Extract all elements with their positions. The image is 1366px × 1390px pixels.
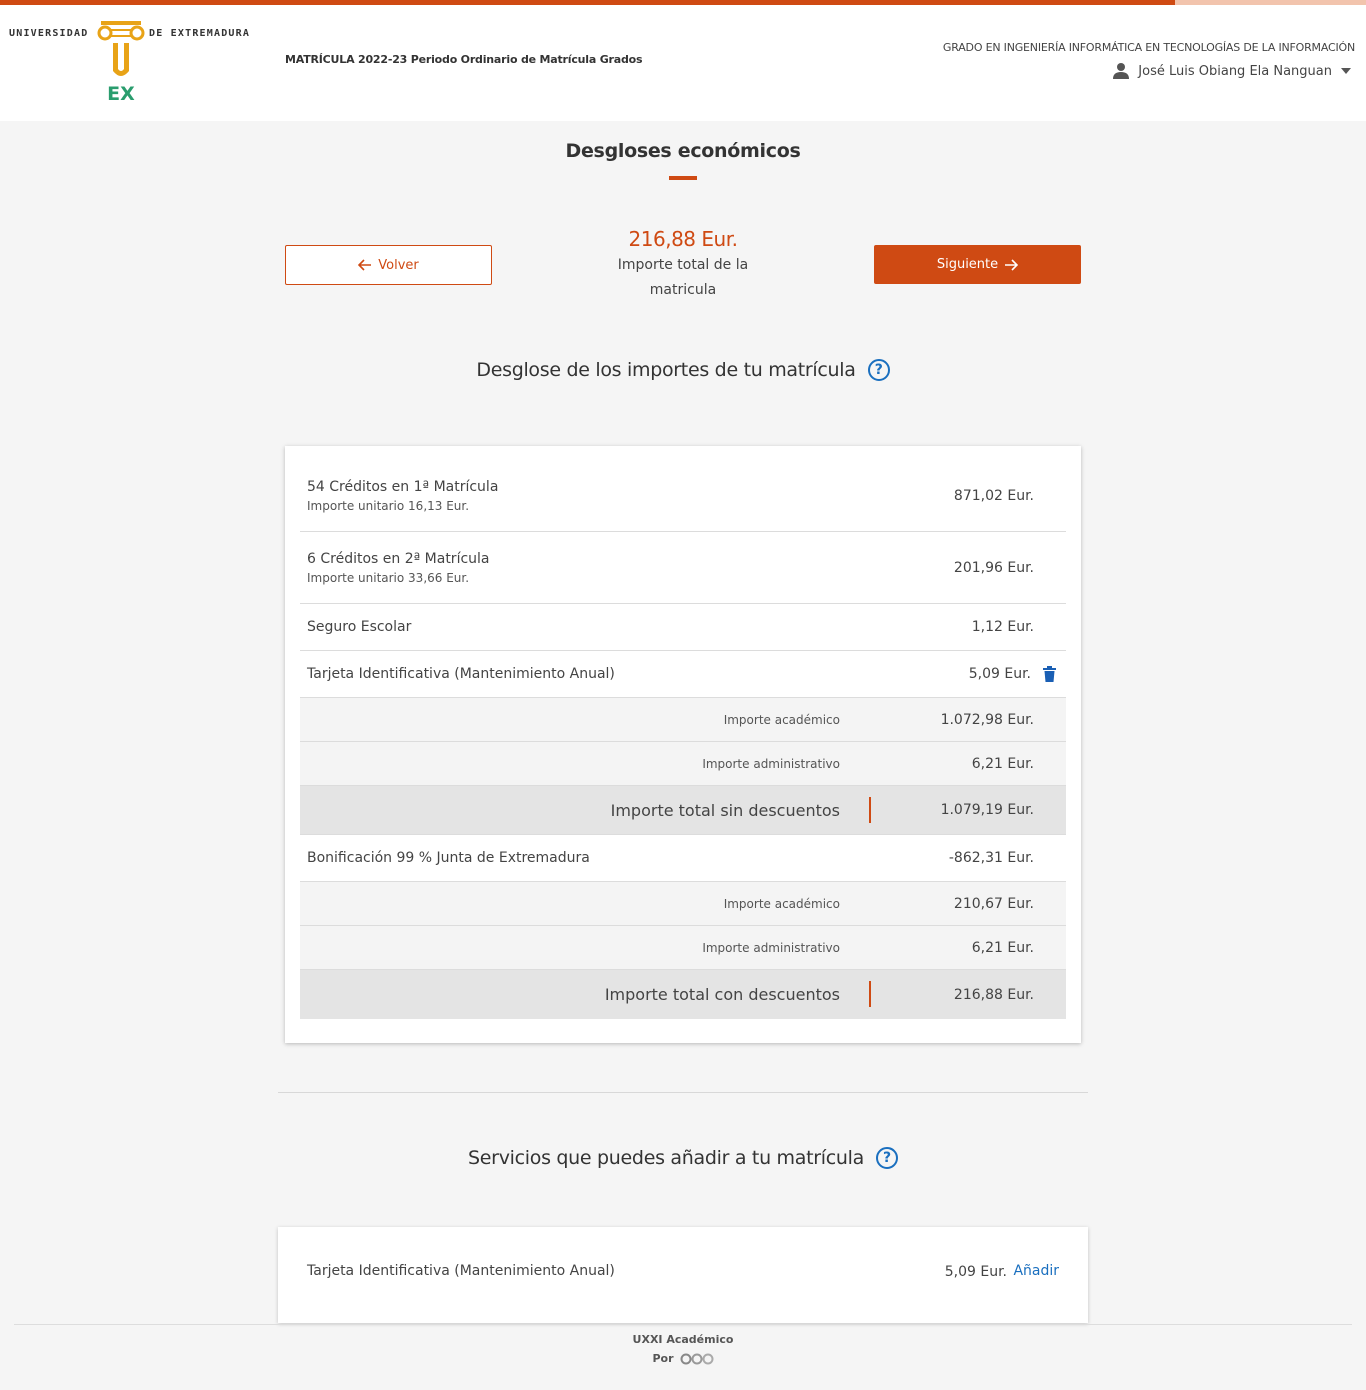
academic-amount: 210,67 Eur.: [953, 895, 1034, 912]
footer-vendor: Por: [0, 1352, 1366, 1365]
list-item: 54 Créditos en 1ª Matrícula Importe unit…: [300, 460, 1066, 532]
item-amount: 5,09 Eur.: [968, 666, 1031, 682]
section-divider: [278, 1092, 1088, 1093]
next-button-label: Siguiente: [936, 257, 999, 272]
subtotal-label: Importe total sin descuentos: [610, 800, 840, 820]
breakdown-heading: Desglose de los importes de tu matrícula…: [0, 359, 1366, 381]
arrow-right-icon: [1005, 258, 1019, 271]
item-label: 6 Créditos en 2ª Matrícula: [307, 550, 490, 567]
summary-row: Importe académico 1.072,98 Eur.: [300, 698, 1066, 742]
subtotal-amount: 1.079,19 Eur.: [940, 802, 1034, 818]
breakdown-heading-text: Desglose de los importes de tu matrícula: [476, 359, 856, 381]
item-label: Seguro Escolar: [307, 619, 412, 635]
help-icon[interactable]: ?: [875, 1147, 898, 1169]
ocu-logo-icon[interactable]: [680, 1353, 714, 1365]
person-icon: [1113, 63, 1130, 79]
total-label: Importe total de la matricula: [617, 257, 749, 298]
academic-amount: 1.072,98 Eur.: [940, 711, 1034, 728]
user-menu[interactable]: José Luis Obiang Ela Nanguan: [1112, 62, 1352, 80]
subtotal-marker: [869, 797, 871, 823]
item-amount: 871,02 Eur.: [953, 487, 1034, 504]
item-amount: 1,12 Eur.: [971, 619, 1034, 635]
list-item: Tarjeta Identificativa (Mantenimiento An…: [300, 651, 1066, 698]
logo-text-left: UNIVERSIDAD: [9, 28, 89, 39]
admin-amount: 6,21 Eur.: [971, 939, 1034, 956]
service-label: Tarjeta Identificativa (Mantenimiento An…: [307, 1263, 615, 1279]
caret-down-icon: [1341, 68, 1351, 74]
footer-product: UXXI Académico: [632, 1333, 734, 1346]
services-heading: Servicios que puedes añadir a tu matrícu…: [0, 1147, 1366, 1169]
arrow-left-icon: [358, 259, 372, 271]
add-service-link[interactable]: Añadir: [1013, 1263, 1059, 1279]
list-item: Seguro Escolar 1,12 Eur.: [300, 604, 1066, 651]
summary-row: Importe administrativo 6,21 Eur.: [300, 742, 1066, 786]
item-amount: 201,96 Eur.: [953, 559, 1034, 576]
degree-name: GRADO EN INGENIERÍA INFORMÁTICA EN TECNO…: [942, 41, 1355, 54]
discount-label: Bonificación 99 % Junta de Extremadura: [307, 850, 590, 866]
service-card: Tarjeta Identificativa (Mantenimiento An…: [278, 1227, 1088, 1323]
help-icon[interactable]: ?: [867, 359, 890, 381]
user-name: José Luis Obiang Ela Nanguan: [1138, 63, 1332, 79]
back-button-label: Volver: [378, 257, 419, 273]
item-label: Tarjeta Identificativa (Mantenimiento An…: [307, 666, 615, 682]
course-title: MATRÍCULA 2022-23 Periodo Ordinario de M…: [285, 53, 643, 66]
page-title: Desgloses económicos: [565, 140, 801, 162]
trash-icon[interactable]: [1043, 666, 1056, 682]
discount-amount: -862,31 Eur.: [948, 850, 1034, 866]
total-amount: 216,88 Eur.: [628, 227, 738, 251]
university-logo[interactable]: UNIVERSIDAD EX DE EXTREMADURA: [9, 19, 259, 104]
item-unit-price: Importe unitario 16,13 Eur.: [307, 498, 470, 513]
summary-row: Importe académico 210,67 Eur.: [300, 882, 1066, 926]
services-heading-text: Servicios que puedes añadir a tu matrícu…: [468, 1147, 864, 1169]
discount-row: Bonificación 99 % Junta de Extremadura -…: [300, 835, 1066, 882]
total-marker: [869, 981, 871, 1007]
academic-label: Importe académico: [723, 896, 840, 911]
next-button[interactable]: Siguiente: [874, 245, 1081, 284]
item-label: 54 Créditos en 1ª Matrícula: [307, 478, 499, 495]
header: UNIVERSIDAD EX DE EXTREMADURA MATRÍCULA …: [0, 5, 1366, 121]
total-with-discount-label: Importe total con descuentos: [604, 985, 840, 1004]
list-item: 6 Créditos en 2ª Matrícula Importe unita…: [300, 532, 1066, 604]
item-unit-price: Importe unitario 33,66 Eur.: [307, 570, 470, 585]
total-with-discount-amount: 216,88 Eur.: [953, 986, 1034, 1003]
academic-label: Importe académico: [723, 712, 840, 727]
footer-by: Por: [652, 1352, 674, 1365]
admin-label: Importe administrativo: [702, 756, 840, 771]
logo-text-right: DE EXTREMADURA: [149, 28, 251, 39]
admin-amount: 6,21 Eur.: [971, 755, 1034, 772]
uex-logo-icon: EX: [97, 21, 145, 104]
title-underline: [669, 176, 697, 180]
footer-divider: [14, 1324, 1352, 1325]
service-amount: 5,09 Eur.: [944, 1264, 1007, 1280]
total-row: Importe total con descuentos 216,88 Eur.: [300, 970, 1066, 1019]
breakdown-card: 54 Créditos en 1ª Matrícula Importe unit…: [285, 446, 1081, 1043]
subtotal-row: Importe total sin descuentos 1.079,19 Eu…: [300, 786, 1066, 835]
total-summary: 216,88 Eur. Importe total de la matricul…: [583, 227, 783, 303]
summary-row: Importe administrativo 6,21 Eur.: [300, 926, 1066, 970]
back-button[interactable]: Volver: [285, 245, 492, 285]
admin-label: Importe administrativo: [702, 940, 840, 955]
svg-text:EX: EX: [107, 83, 135, 104]
